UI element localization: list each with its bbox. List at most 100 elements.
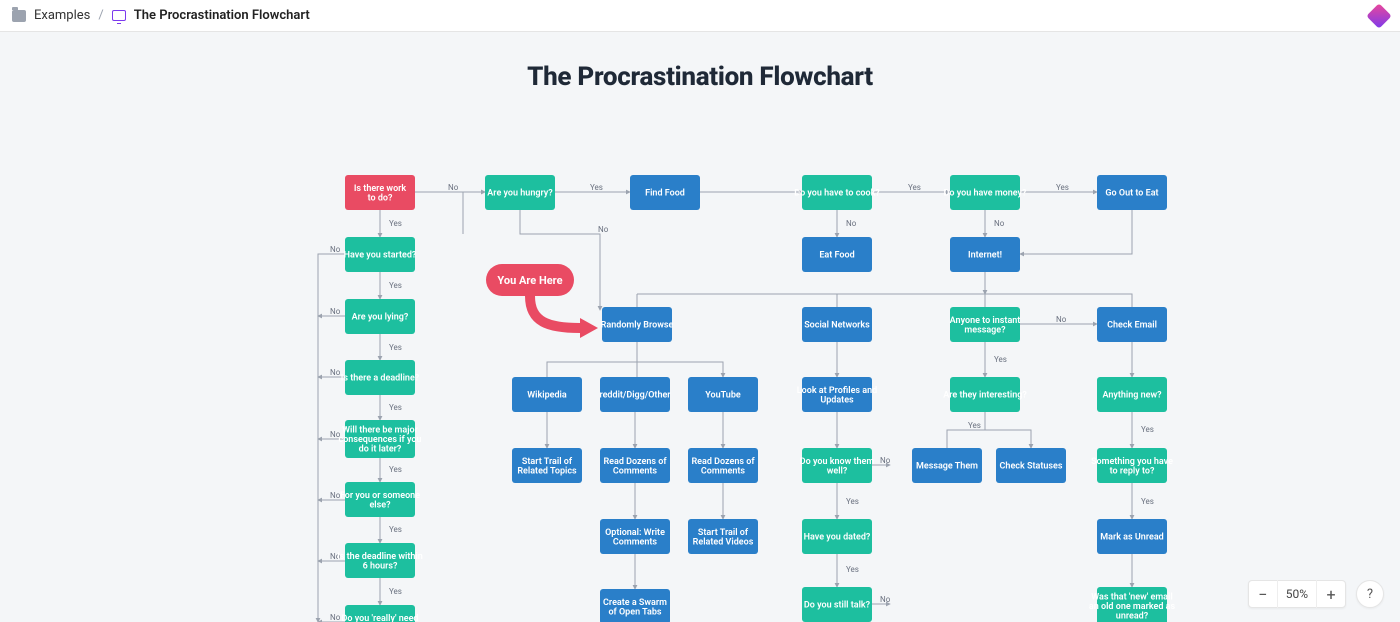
node-readComments1[interactable]: Read Dozens ofComments bbox=[600, 448, 670, 483]
node-started[interactable]: Have you started? bbox=[344, 237, 417, 272]
node-newEmailOld[interactable]: Was that 'new' emailan old one marked as… bbox=[1089, 587, 1176, 622]
edge-label: Yes bbox=[389, 525, 402, 534]
node-stillTalk[interactable]: Do you still talk? bbox=[802, 587, 872, 622]
edge-label: No bbox=[330, 307, 341, 316]
node-trailVideos[interactable]: Start Trail ofRelated Videos bbox=[688, 519, 758, 554]
edge-label: Yes bbox=[389, 343, 402, 352]
node-lying[interactable]: Are you lying? bbox=[345, 299, 415, 334]
edge-label: Yes bbox=[590, 183, 603, 192]
node-workToDo[interactable]: Is there workto do? bbox=[345, 175, 415, 210]
node-label: YouTube bbox=[705, 391, 741, 401]
node-youtube[interactable]: YouTube bbox=[688, 377, 758, 412]
node-findFood[interactable]: Find Food bbox=[630, 175, 700, 210]
node-label: Do you have money? bbox=[944, 189, 1027, 199]
edge-label: Yes bbox=[908, 183, 921, 192]
you-are-here-label: You Are Here bbox=[497, 274, 562, 287]
edge-label: Yes bbox=[389, 281, 402, 290]
app-header: Examples / The Procrastination Flowchart bbox=[0, 0, 1400, 32]
node-label: reddit/Digg/Other bbox=[599, 391, 671, 401]
node-haveToCook[interactable]: Do you have to cook? bbox=[794, 175, 880, 210]
node-label: Optional: WriteComments bbox=[605, 528, 665, 548]
node-label: Check Email bbox=[1107, 321, 1157, 331]
node-wikipedia[interactable]: Wikipedia bbox=[512, 377, 582, 412]
node-profiles[interactable]: Look at Profiles andUpdates bbox=[797, 377, 877, 412]
node-anythingNew[interactable]: Anything new? bbox=[1097, 377, 1167, 412]
node-checkStatus[interactable]: Check Statuses bbox=[996, 448, 1066, 483]
edge-label: Yes bbox=[994, 355, 1007, 364]
node-label: Start Trail ofRelated Topics bbox=[517, 457, 577, 477]
zoom-level[interactable]: 50% bbox=[1277, 580, 1317, 608]
breadcrumb: Examples / The Procrastination Flowchart bbox=[12, 8, 310, 23]
edge-label: Yes bbox=[968, 421, 981, 430]
edge-label: No bbox=[1056, 315, 1067, 324]
edge-label: Yes bbox=[389, 403, 402, 412]
node-label: Have you dated? bbox=[804, 533, 871, 543]
edge-label: Yes bbox=[1056, 183, 1069, 192]
zoom-out-button[interactable]: − bbox=[1249, 580, 1277, 608]
node-randomBrowse[interactable]: Randomly Browse bbox=[601, 307, 674, 342]
edge-label: No bbox=[994, 219, 1005, 228]
app-logo-icon[interactable] bbox=[1366, 3, 1391, 28]
node-dated[interactable]: Have you dated? bbox=[802, 519, 872, 554]
edge-label: No bbox=[330, 613, 341, 622]
node-socialNet[interactable]: Social Networks bbox=[802, 307, 872, 342]
node-goOut[interactable]: Go Out to Eat bbox=[1097, 175, 1167, 210]
node-deadline[interactable]: Is there a deadline? bbox=[341, 360, 420, 395]
you-are-here-callout: You Are Here bbox=[486, 264, 598, 338]
node-checkEmail[interactable]: Check Email bbox=[1097, 307, 1167, 342]
node-writeComments[interactable]: Optional: WriteComments bbox=[600, 519, 670, 554]
node-label: Eat Food bbox=[819, 251, 854, 261]
edge-label: No bbox=[330, 245, 341, 254]
node-haveMoney[interactable]: Do you have money? bbox=[944, 175, 1027, 210]
node-interesting[interactable]: Are they interesting? bbox=[943, 377, 1027, 412]
node-conseq[interactable]: Will there be majorconsequences if youdo… bbox=[339, 420, 422, 458]
node-label: Are they interesting? bbox=[943, 391, 1027, 401]
node-trailTopics[interactable]: Start Trail ofRelated Topics bbox=[512, 448, 582, 483]
edge-label: No bbox=[880, 456, 891, 465]
breadcrumb-page[interactable]: The Procrastination Flowchart bbox=[134, 8, 310, 23]
edge-label: Yes bbox=[389, 465, 402, 474]
node-msgThem[interactable]: Message Them bbox=[912, 448, 982, 483]
node-reallyNeed[interactable]: Do you 'really' needto do it? bbox=[342, 605, 419, 622]
node-label: Go Out to Eat bbox=[1105, 189, 1158, 199]
node-swarmTabs[interactable]: Create a Swarmof Open Tabs bbox=[600, 589, 670, 622]
help-button[interactable]: ? bbox=[1356, 580, 1384, 608]
node-label: Social Networks bbox=[804, 321, 870, 331]
node-reddit[interactable]: reddit/Digg/Other bbox=[599, 377, 671, 412]
edge-label: Yes bbox=[846, 565, 859, 574]
node-label: Do you still talk? bbox=[804, 601, 871, 611]
node-label: Do you have to cook? bbox=[794, 189, 880, 199]
node-label: Find Food bbox=[645, 189, 685, 199]
node-label: Check Statuses bbox=[1000, 462, 1063, 472]
breadcrumb-separator: / bbox=[98, 8, 103, 23]
node-within6[interactable]: Is the deadline within6 hours? bbox=[337, 543, 423, 578]
edge-label: Yes bbox=[389, 587, 402, 596]
diagram-canvas[interactable]: The Procrastination Flowchart NoYesYesYe… bbox=[0, 32, 1400, 622]
node-markUnread[interactable]: Mark as Unread bbox=[1097, 519, 1167, 554]
breadcrumb-folder[interactable]: Examples bbox=[34, 8, 90, 23]
node-anyoneIM[interactable]: Anyone to instantmessage? bbox=[950, 307, 1021, 342]
node-label: Is there a deadline? bbox=[341, 374, 420, 384]
node-knowWell[interactable]: Do you know themwell? bbox=[800, 448, 875, 483]
node-label: Are you hungry? bbox=[487, 189, 553, 199]
flow-edge bbox=[637, 272, 1132, 307]
edge-label: Yes bbox=[389, 219, 402, 228]
node-label: Start Trail ofRelated Videos bbox=[693, 528, 754, 548]
node-forYou[interactable]: For you or someoneelse? bbox=[340, 482, 420, 517]
flowchart-svg: No Yes Yes Yes Yes No No No Yes Yes Yes Yes Yes Yes No… bbox=[0, 32, 1400, 622]
edge-label: Yes bbox=[1141, 497, 1154, 506]
edge-label: No bbox=[330, 368, 341, 377]
edge-label: No bbox=[880, 595, 891, 604]
node-label: Are you lying? bbox=[352, 313, 409, 323]
node-label: Message Them bbox=[916, 462, 978, 472]
flow-edge bbox=[547, 342, 723, 377]
flow-edge bbox=[947, 412, 1031, 448]
node-eatFood[interactable]: Eat Food bbox=[802, 237, 872, 272]
node-internet[interactable]: Internet! bbox=[950, 237, 1020, 272]
node-hungry[interactable]: Are you hungry? bbox=[485, 175, 555, 210]
folder-icon bbox=[12, 10, 26, 22]
zoom-in-button[interactable]: + bbox=[1317, 580, 1345, 608]
edge-label: No bbox=[846, 219, 857, 228]
node-replyTo[interactable]: Something you haveto reply to? bbox=[1091, 448, 1173, 483]
node-readComments2[interactable]: Read Dozens ofComments bbox=[688, 448, 758, 483]
